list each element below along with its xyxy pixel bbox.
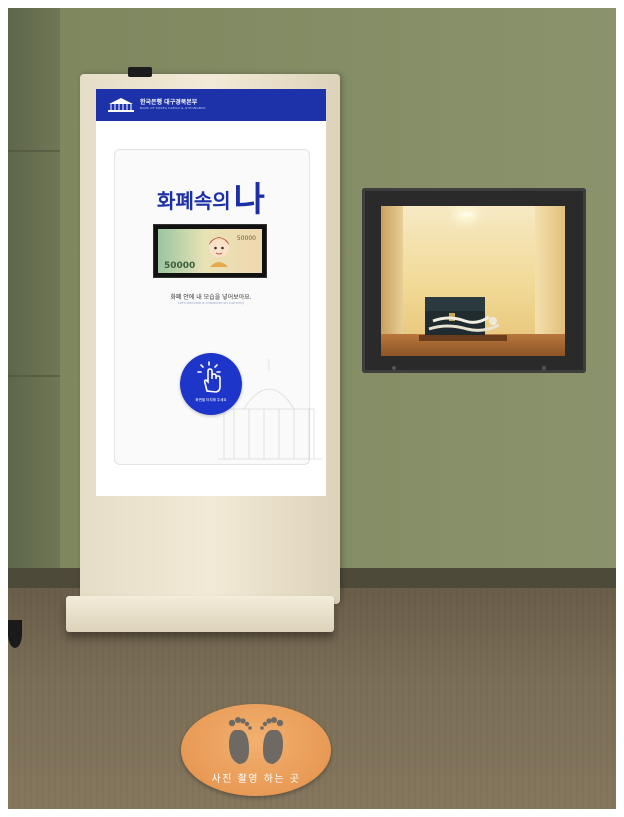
title-part2: 나 xyxy=(233,180,265,220)
treasure-chest-icon xyxy=(419,297,507,341)
kiosk-screen: 한국은행 대구경북본부 BANK OF KOREA DAEGU & GYEONG… xyxy=(96,89,326,496)
case-bolt xyxy=(542,366,546,370)
banknote-image: 50000 50000 xyxy=(158,229,262,273)
screen-header: 한국은행 대구경북본부 BANK OF KOREA DAEGU & GYEONG… xyxy=(96,89,326,121)
screen-title: 화폐속의나 xyxy=(96,172,326,221)
screen-message: 화폐 안에 내 모습을 넣어보아요. xyxy=(170,294,252,301)
photo-scene: 한국은행 대구경북본부 BANK OF KOREA DAEGU & GYEONG… xyxy=(0,0,624,817)
museum-logo-icon xyxy=(108,98,134,112)
top-bar xyxy=(224,0,376,8)
banknote-value: 50000 xyxy=(164,261,196,271)
touch-button-label: 화면을 터치해 주세요 xyxy=(195,398,227,402)
display-case-interior xyxy=(381,206,565,356)
camera-icon xyxy=(128,67,152,77)
header-title: 한국은행 대구경북본부 xyxy=(140,99,198,106)
floor-marker-text: 사진 촬영 하는 곳 xyxy=(211,774,301,785)
ceiling-light-icon xyxy=(459,212,473,217)
stanchion-pole xyxy=(8,620,22,648)
tap-hand-icon xyxy=(197,361,221,393)
banknote-preview: 50000 50000 xyxy=(153,224,267,278)
header-subtitle: BANK OF KOREA DAEGU & GYEONGBUK xyxy=(140,106,206,110)
case-bolt xyxy=(392,366,396,370)
photo-spot-floor-marker: 사진 촬영 하는 곳 xyxy=(181,704,331,796)
touch-start-button[interactable]: 화면을 터치해 주세요 xyxy=(180,353,242,415)
footprints-icon xyxy=(228,717,284,764)
banknote-value-small: 50000 xyxy=(236,235,256,242)
avatar-face-icon xyxy=(209,237,229,267)
kiosk-base xyxy=(66,596,334,632)
left-wall xyxy=(0,0,60,600)
screen-message-en: Let's become a character on currency xyxy=(177,301,245,305)
title-part1: 화폐속의 xyxy=(157,189,231,213)
